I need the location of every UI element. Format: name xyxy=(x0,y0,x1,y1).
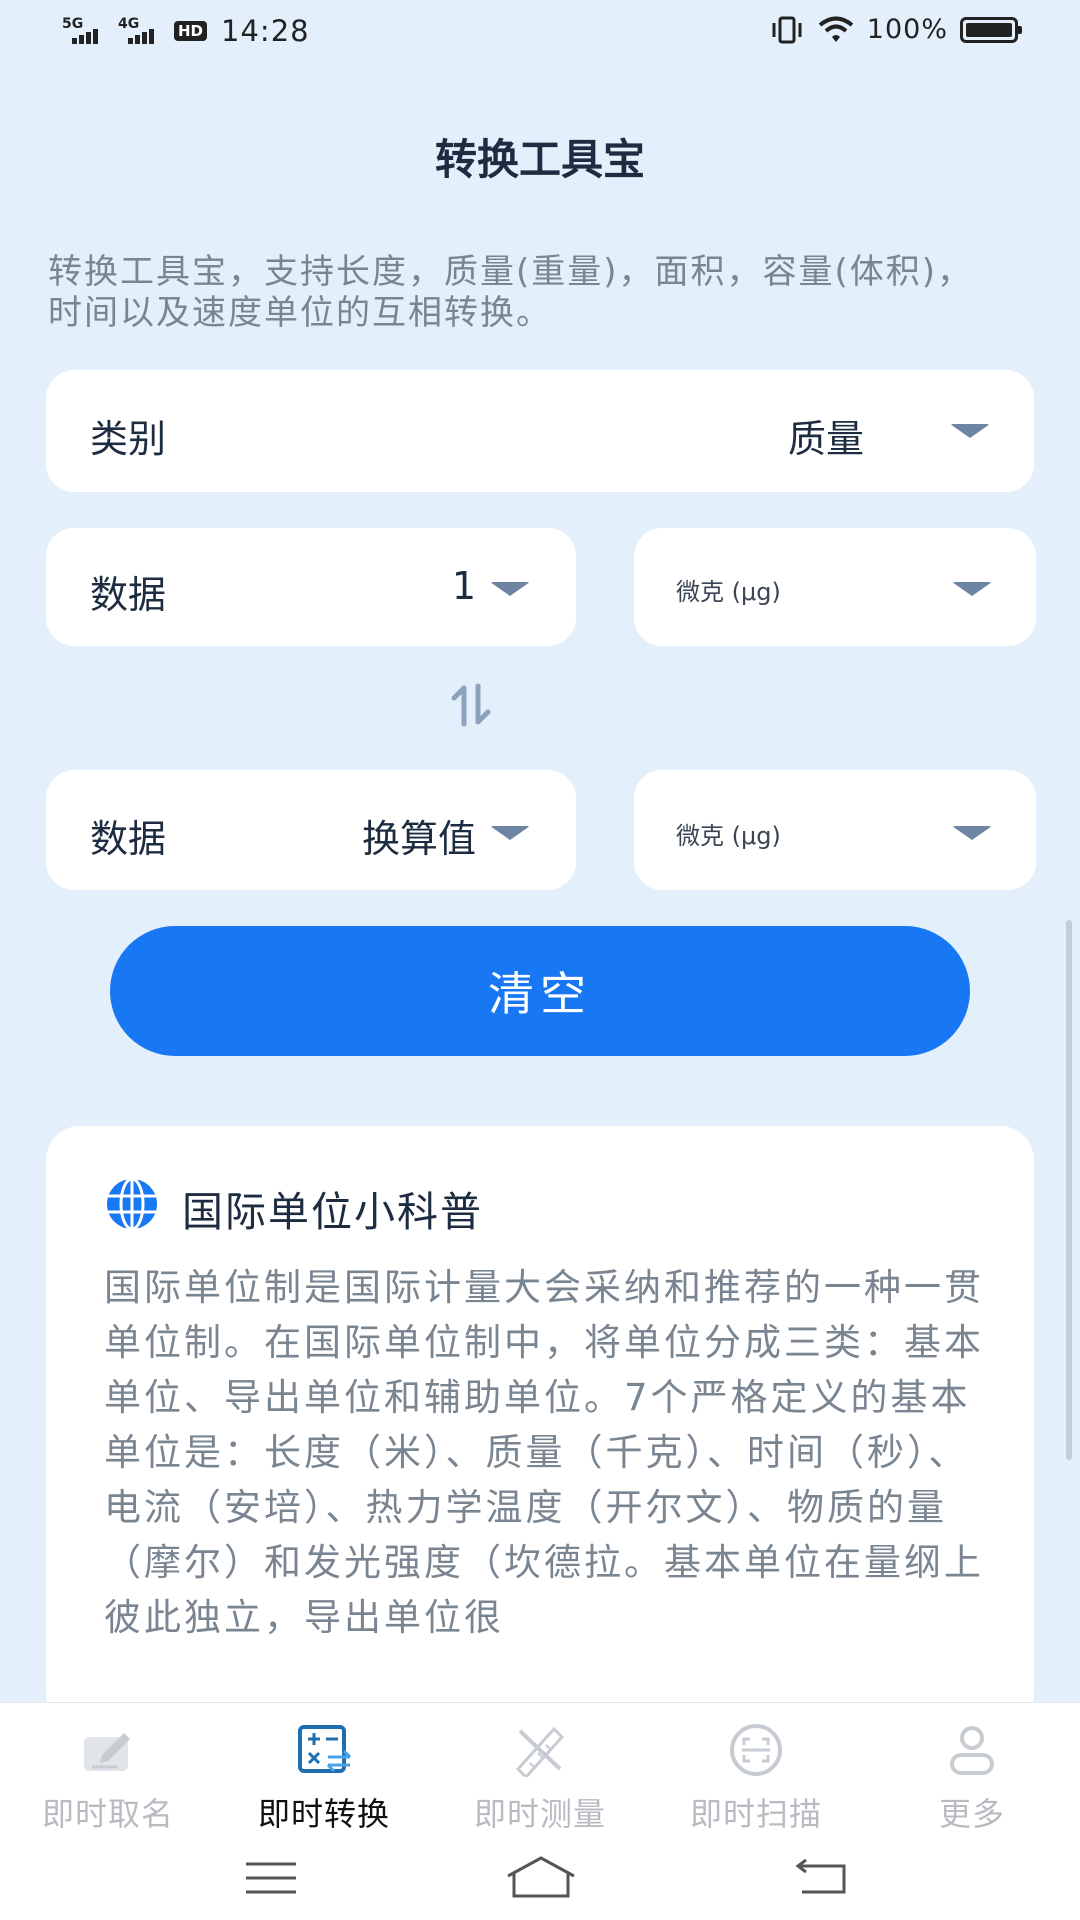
chevron-down-icon xyxy=(490,582,530,596)
chevron-down-icon xyxy=(952,826,992,840)
input-value-field[interactable]: 数据 1 xyxy=(46,528,576,646)
chevron-down-icon xyxy=(950,424,990,438)
scan-icon xyxy=(730,1724,782,1776)
nav-label-scan: 即时扫描 xyxy=(689,1795,822,1833)
nav-label-more: 更多 xyxy=(938,1795,1005,1833)
vibrate-icon xyxy=(772,16,802,43)
home-icon[interactable] xyxy=(504,1854,578,1900)
nav-item-more[interactable]: 更多 xyxy=(864,1703,1080,1841)
swap-icon[interactable] xyxy=(444,680,504,730)
back-icon[interactable] xyxy=(792,1858,852,1898)
chevron-down-icon xyxy=(490,826,530,840)
battery-percent: 100% xyxy=(866,14,948,45)
status-right: 100% xyxy=(769,14,1022,45)
output-label: 数据 xyxy=(90,817,167,861)
clear-button[interactable]: 清空 xyxy=(110,926,970,1056)
nav-item-naming[interactable]: 即时取名 xyxy=(0,1703,216,1841)
calculator-icon xyxy=(298,1725,352,1773)
category-value: 质量 xyxy=(787,417,864,461)
nav-item-convert[interactable]: 即时转换 xyxy=(216,1703,432,1841)
page-title: 转换工具宝 xyxy=(434,135,645,184)
nav-item-measure[interactable]: 即时测量 xyxy=(432,1703,648,1841)
wifi-icon xyxy=(818,16,854,42)
nav-label-naming: 即时取名 xyxy=(41,1795,174,1833)
person-icon xyxy=(950,1726,994,1775)
nav-item-scan[interactable]: 即时扫描 xyxy=(648,1703,864,1841)
system-nav-bar xyxy=(0,1840,1080,1920)
output-value-field[interactable]: 数据 换算值 xyxy=(46,770,576,890)
menu-icon[interactable] xyxy=(244,1858,298,1898)
input-label: 数据 xyxy=(90,573,167,617)
category-select[interactable]: 类别 质量 xyxy=(46,370,1034,492)
battery-icon xyxy=(960,16,1022,43)
signal-4g-icon: 4G xyxy=(118,16,164,46)
output-unit-value: 微克 (μg) xyxy=(676,822,781,850)
globe-icon xyxy=(107,1177,157,1231)
nav-label-convert: 即时转换 xyxy=(257,1795,390,1833)
status-left: 5G 4G HD 14:28 xyxy=(62,14,310,48)
status-time: 14:28 xyxy=(221,14,310,48)
ruler-icon xyxy=(515,1726,565,1777)
input-value: 1 xyxy=(451,564,476,608)
signal-5g-icon: 5G xyxy=(62,16,108,46)
scrollbar[interactable] xyxy=(1066,920,1072,1460)
input-unit-select[interactable]: 微克 (μg) xyxy=(634,528,1036,646)
input-unit-value: 微克 (μg) xyxy=(676,578,781,606)
status-bar: 5G 4G HD 14:28 100% xyxy=(0,0,1080,66)
output-value: 换算值 xyxy=(361,817,476,861)
info-body: 国际单位制是国际计量大会采纳和推荐的一种一贯单位制。在国际单位制中，将单位分成三… xyxy=(104,1266,984,1639)
category-label: 类别 xyxy=(90,417,167,461)
hd-voice-icon: HD xyxy=(174,21,208,41)
info-title: 国际单位小科普 xyxy=(182,1188,483,1236)
output-unit-select[interactable]: 微克 (μg) xyxy=(634,770,1036,890)
info-card: 国际单位小科普 国际单位制是国际计量大会采纳和推荐的一种一贯单位制。在国际单位制… xyxy=(46,1126,1034,1726)
chevron-down-icon xyxy=(952,582,992,596)
pencil-icon xyxy=(84,1733,130,1771)
app-description: 转换工具宝，支持长度，质量(重量)，面积，容量(体积)，时间以及速度单位的互相转… xyxy=(48,252,974,333)
bottom-nav: 即时取名 即时转换 即时测量 即时扫描 更多 xyxy=(0,1702,1080,1840)
nav-label-measure: 即时测量 xyxy=(473,1795,606,1833)
